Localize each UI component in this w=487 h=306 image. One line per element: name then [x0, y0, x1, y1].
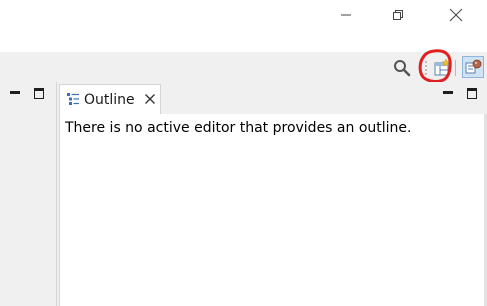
maximize-view-icon: [34, 88, 44, 99]
restore-button[interactable]: [375, 0, 421, 30]
close-tab-icon[interactable]: [144, 93, 156, 105]
outline-maximize-button[interactable]: [467, 88, 477, 99]
left-panel: [0, 82, 56, 306]
restore-icon: [393, 10, 403, 20]
close-window-button[interactable]: [433, 0, 479, 30]
tab-outline[interactable]: Outline: [59, 84, 161, 114]
search-icon: [394, 60, 411, 77]
outline-empty-message: There is no active editor that provides …: [65, 120, 412, 136]
minimize-view-icon: [443, 91, 453, 94]
outline-minimize-button[interactable]: [443, 88, 453, 94]
tab-label: Outline: [84, 92, 135, 108]
outline-icon: [67, 93, 79, 105]
left-minimize-button[interactable]: [10, 88, 20, 94]
java-perspective-button[interactable]: [462, 56, 484, 78]
left-maximize-button[interactable]: [34, 88, 44, 99]
close-icon: [449, 8, 463, 22]
minimize-icon: [341, 14, 351, 16]
minimize-button[interactable]: [323, 0, 369, 30]
outline-view: [59, 82, 487, 306]
panel-divider[interactable]: [56, 82, 57, 306]
search-button[interactable]: [392, 58, 412, 78]
minimize-view-icon: [10, 91, 20, 94]
java-perspective-icon: [465, 59, 482, 74]
maximize-view-icon: [467, 88, 477, 99]
